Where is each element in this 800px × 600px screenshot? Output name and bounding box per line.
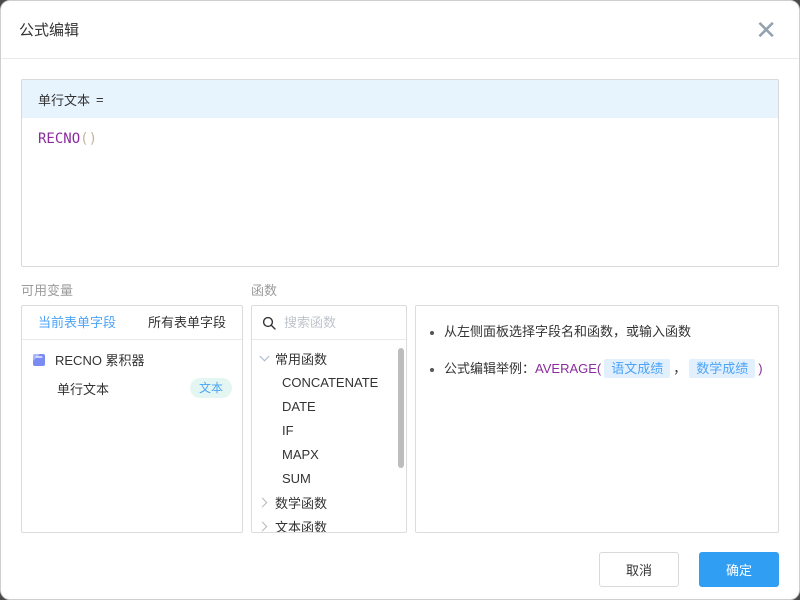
- dialog-content: 单行文本 = RECNO() 可用变量 当前表单字段 所有表单字段: [1, 59, 799, 533]
- target-field-label: 单行文本: [38, 90, 90, 109]
- variables-panel: 当前表单字段 所有表单字段 RECNO 累积器 单行文本 文本: [21, 305, 243, 533]
- formula-parens: (): [80, 131, 97, 147]
- functions-column: 函数 常用函数: [251, 280, 407, 533]
- variable-group-label: RECNO 累积器: [55, 350, 145, 369]
- formula-target-bar: 单行文本 =: [22, 80, 778, 118]
- function-search-bar: [252, 306, 406, 340]
- confirm-button[interactable]: 确定: [699, 552, 779, 587]
- functions-panel: 常用函数 CONCATENATE DATE IF MAPX: [251, 305, 407, 533]
- chevron-down-icon: [260, 351, 270, 361]
- formula-code-area[interactable]: RECNO(): [22, 118, 778, 266]
- help-column: 从左侧面板选择字段名和函数，或输入函数 公式编辑举例：AVERAGE(语文成绩，…: [415, 280, 779, 533]
- variable-group-recno[interactable]: RECNO 累积器: [22, 340, 242, 373]
- cancel-button[interactable]: 取消: [599, 552, 679, 587]
- variables-section-label: 可用变量: [21, 280, 243, 298]
- variable-item-single-line-text[interactable]: 单行文本 文本: [22, 373, 242, 403]
- help-example-comma: ，: [673, 361, 686, 376]
- formula-function-name: RECNO: [38, 131, 80, 147]
- chevron-right-icon: [258, 497, 268, 507]
- variables-tabs: 当前表单字段 所有表单字段: [22, 306, 242, 340]
- tree-group-math-functions[interactable]: 数学函数: [252, 490, 406, 514]
- close-icon[interactable]: ✕: [755, 17, 777, 43]
- tree-item-label: DATE: [282, 399, 316, 414]
- help-example-prefix: 公式编辑举例：: [444, 361, 535, 376]
- formula-edit-dialog: 公式编辑 ✕ 单行文本 = RECNO() 可用变量 当前表单字段 所有表单字段: [0, 0, 800, 600]
- help-bullet-1: 从左侧面板选择字段名和函数，或输入函数: [444, 321, 768, 343]
- tree-item-mapx[interactable]: MAPX: [252, 442, 406, 466]
- help-example-field-chip-1: 语文成绩: [604, 359, 670, 378]
- dialog-title: 公式编辑: [19, 19, 79, 40]
- tree-item-label: IF: [282, 423, 294, 438]
- tree-item-date[interactable]: DATE: [252, 394, 406, 418]
- variable-item-label: 单行文本: [57, 379, 109, 398]
- form-document-icon: [32, 353, 46, 367]
- help-bullet-1-text: 从左侧面板选择字段名和函数，或输入函数: [444, 324, 691, 339]
- tree-group-text-functions[interactable]: 文本函数: [252, 514, 406, 533]
- tree-item-label: SUM: [282, 471, 311, 486]
- field-type-badge: 文本: [190, 378, 232, 398]
- tree-group-label: 常用函数: [275, 349, 327, 368]
- tree-item-sum[interactable]: SUM: [252, 466, 406, 490]
- function-list-scrollbar[interactable]: [398, 348, 404, 468]
- function-tree: 常用函数 CONCATENATE DATE IF MAPX: [252, 340, 406, 533]
- tree-group-common-functions[interactable]: 常用函数: [252, 346, 406, 370]
- tree-group-label: 文本函数: [275, 517, 327, 534]
- help-bullet-2: 公式编辑举例：AVERAGE(语文成绩，数学成绩): [444, 358, 768, 380]
- tree-group-label: 数学函数: [275, 493, 327, 512]
- functions-section-label: 函数: [251, 280, 407, 298]
- help-panel: 从左侧面板选择字段名和函数，或输入函数 公式编辑举例：AVERAGE(语文成绩，…: [415, 305, 779, 533]
- help-label-spacer: [415, 280, 779, 298]
- tree-item-label: MAPX: [282, 447, 319, 462]
- dialog-footer: 取消 确定: [1, 533, 799, 600]
- search-icon: [262, 316, 276, 330]
- help-list: 从左侧面板选择字段名和函数，或输入函数 公式编辑举例：AVERAGE(语文成绩，…: [416, 306, 778, 380]
- help-example-close-paren: ): [758, 361, 762, 376]
- function-search-input[interactable]: [284, 315, 396, 330]
- formula-editor: 单行文本 = RECNO(): [21, 79, 779, 267]
- tab-current-form-fields[interactable]: 当前表单字段: [22, 306, 132, 339]
- tree-item-concatenate[interactable]: CONCATENATE: [252, 370, 406, 394]
- dialog-header: 公式编辑 ✕: [1, 1, 799, 59]
- help-example-field-chip-2: 数学成绩: [689, 359, 755, 378]
- chevron-right-icon: [258, 521, 268, 531]
- tree-item-if[interactable]: IF: [252, 418, 406, 442]
- help-example-function: AVERAGE(: [535, 361, 601, 376]
- equals-sign: =: [96, 92, 104, 107]
- tab-all-form-fields[interactable]: 所有表单字段: [132, 306, 242, 339]
- tree-item-label: CONCATENATE: [282, 375, 378, 390]
- panels-row: 可用变量 当前表单字段 所有表单字段 RECNO 累积器: [21, 280, 779, 533]
- variables-column: 可用变量 当前表单字段 所有表单字段 RECNO 累积器: [21, 280, 243, 533]
